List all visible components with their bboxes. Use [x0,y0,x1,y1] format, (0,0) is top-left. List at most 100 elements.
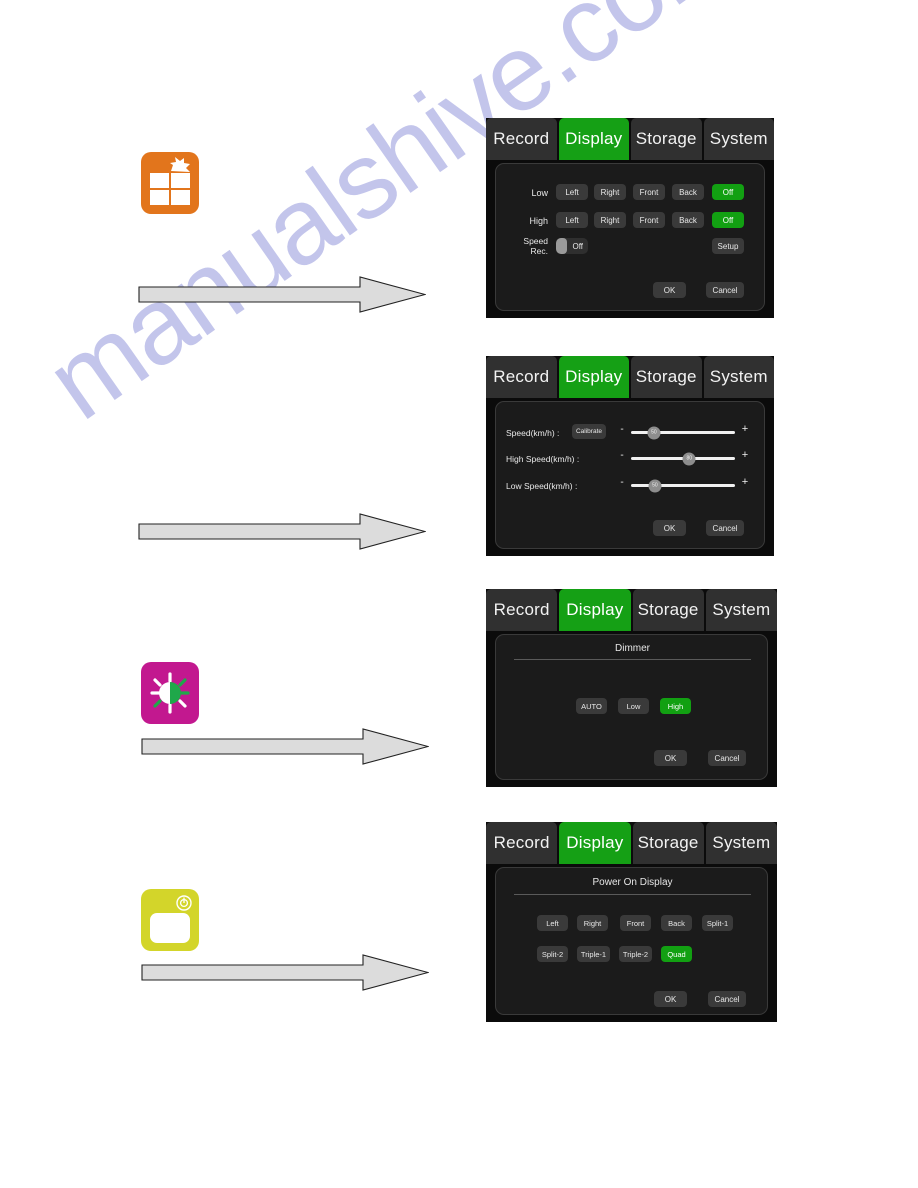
screen-glyph [150,913,190,943]
speed-rec-label-line2: Rec. [530,246,548,256]
low-speed-minus-button[interactable]: - [617,477,627,488]
tab-storage[interactable]: Storage [631,356,702,398]
speed-rec-toggle[interactable]: Off [556,238,588,254]
power-badge-icon [176,895,192,911]
high-off-button[interactable]: Off [712,212,744,228]
speed-slider-label: Speed(km/h) : [506,428,560,438]
speed-slider-track[interactable]: 50 [631,426,735,439]
cancel-button-4[interactable]: Cancel [708,991,746,1007]
calibrate-button[interactable]: Calibrate [572,424,606,439]
tab-record[interactable]: Record [486,589,558,631]
brightness-glyph [150,672,190,714]
high-speed-slider-track[interactable]: 80 [631,452,735,465]
tab-storage[interactable]: Storage [632,822,704,864]
pointer-arrow-3 [141,728,429,765]
cloud-burst-icon [170,157,190,172]
high-speed-slider-label: High Speed(km/h) : [506,454,580,464]
high-left-button[interactable]: Left [556,212,588,228]
pod-split-1-button[interactable]: Split-1 [702,915,733,931]
ok-button-2[interactable]: OK [653,520,686,536]
tab-record[interactable]: Record [486,822,558,864]
high-speed-slider-thumb[interactable]: 80 [682,452,696,465]
device-screen-4: Record Display Storage System Power On D… [486,822,777,1022]
ok-button-4[interactable]: OK [654,991,687,1007]
pod-quad-button[interactable]: Quad [661,946,692,962]
speed-settings-panel: Speed(km/h) : Calibrate - 50 + High Spee… [495,401,765,549]
low-back-button[interactable]: Back [672,184,704,200]
ok-button-3[interactable]: OK [654,750,687,766]
low-front-button[interactable]: Front [633,184,665,200]
toggle-value: Off [572,241,583,251]
pod-triple-2-button[interactable]: Triple-2 [619,946,652,962]
display-settings-panel-1: Low Left Right Front Back Off High Left … [495,163,765,311]
high-back-button[interactable]: Back [672,212,704,228]
pointer-arrow-2 [138,513,426,550]
tab-storage[interactable]: Storage [631,118,702,160]
pointer-arrow-1 [138,276,426,313]
quad-grid-glyph [150,173,190,205]
cancel-button-3[interactable]: Cancel [708,750,746,766]
tab-system[interactable]: System [705,589,777,631]
tab-record[interactable]: Record [486,356,557,398]
dimmer-title: Dimmer [615,643,650,654]
pod-back-button[interactable]: Back [661,915,692,931]
toggle-knob [556,238,568,254]
low-left-button[interactable]: Left [556,184,588,200]
tabbar-2: Record Display Storage System [486,356,774,398]
low-speed-slider-track[interactable]: 50 [631,479,735,492]
dimmer-auto-button[interactable]: AUTO [576,698,607,714]
high-speed-plus-button[interactable]: + [740,449,750,461]
speed-minus-button[interactable]: - [617,424,627,435]
tab-system[interactable]: System [703,118,774,160]
speed-plus-button[interactable]: + [740,423,750,435]
device-screen-3: Record Display Storage System Dimmer AUT… [486,589,777,787]
tabbar-4: Record Display Storage System [486,822,777,864]
low-right-button[interactable]: Right [594,184,626,200]
high-front-button[interactable]: Front [633,212,665,228]
low-speed-slider-thumb[interactable]: 50 [648,479,662,492]
tab-display[interactable]: Display [558,356,629,398]
quad-view-icon [141,152,199,214]
device-screen-1: Record Display Storage System Low Left R… [486,118,774,318]
dimmer-icon [141,662,199,724]
speed-rec-setup-button[interactable]: Setup [712,238,744,254]
cancel-button-2[interactable]: Cancel [706,520,744,536]
ok-button-1[interactable]: OK [653,282,686,298]
high-right-button[interactable]: Right [594,212,626,228]
power-on-display-panel: Power On Display Left Right Front Back S… [495,867,768,1015]
device-screen-2: Record Display Storage System Speed(km/h… [486,356,774,556]
tab-storage[interactable]: Storage [632,589,704,631]
power-on-display-title: Power On Display [592,877,673,888]
row-label-low: Low [531,188,548,198]
pod-front-button[interactable]: Front [620,915,651,931]
power-on-display-icon [141,889,199,951]
pointer-arrow-4 [141,954,429,991]
row-label-high: High [529,216,548,226]
tab-system[interactable]: System [705,822,777,864]
tab-display[interactable]: Display [559,589,631,631]
low-speed-slider-label: Low Speed(km/h) : [506,481,578,491]
dimmer-panel: Dimmer AUTO Low High OK Cancel [495,634,768,780]
tab-record[interactable]: Record [486,118,557,160]
low-speed-plus-button[interactable]: + [740,476,750,488]
tab-display[interactable]: Display [558,118,629,160]
tabbar-1: Record Display Storage System [486,118,774,160]
speed-rec-label-line1: Speed [523,236,548,246]
title-divider [514,659,751,660]
cancel-button-1[interactable]: Cancel [706,282,744,298]
pod-right-button[interactable]: Right [577,915,608,931]
low-off-button[interactable]: Off [712,184,744,200]
pod-triple-1-button[interactable]: Triple-1 [577,946,610,962]
high-speed-minus-button[interactable]: - [617,450,627,461]
tabbar-3: Record Display Storage System [486,589,777,631]
tab-display[interactable]: Display [559,822,631,864]
tab-system[interactable]: System [703,356,774,398]
speed-rec-label: Speed Rec. [500,236,548,256]
pod-left-button[interactable]: Left [537,915,568,931]
speed-slider-thumb[interactable]: 50 [647,426,661,439]
document-page: manualshive.com Record Display Storage S… [0,0,918,1188]
pod-split-2-button[interactable]: Split-2 [537,946,568,962]
dimmer-high-button[interactable]: High [660,698,691,714]
title-divider [514,894,751,895]
dimmer-low-button[interactable]: Low [618,698,649,714]
